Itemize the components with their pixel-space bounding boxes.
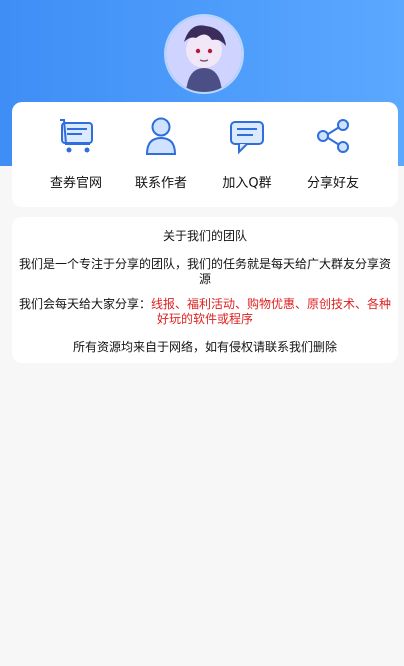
action-coupon-website[interactable]: 查券官网 [41,114,111,196]
about-card: 关于我们的团队 我们是一个专注于分享的团队，我们的任务就是每天给广大群友分享资源… [12,217,398,363]
about-disclaimer: 所有资源均来自于网络，如有侵权请联系我们删除 [72,340,337,354]
about-title: 关于我们的团队 [162,229,247,243]
avatar-image [166,16,242,92]
action-label: 联系作者 [134,176,187,191]
actions-card: 查券官网 联系作者 加入Q群 分享好友 [12,102,398,207]
cart-screen-icon [54,114,98,158]
action-label: 查券官网 [49,176,102,191]
user-icon [139,114,183,158]
about-share-items: 线报、福利活动、购物优惠、原创技术、各种好玩的软件或程序 [151,297,392,326]
action-contact-author[interactable]: 联系作者 [126,114,196,196]
about-intro: 我们是一个专注于分享的团队，我们的任务就是每天给广大群友分享资源 [18,257,391,286]
about-share-line: 我们会每天给大家分享：线报、福利活动、购物优惠、原创技术、各种好玩的软件或程序 [12,297,398,327]
action-label: 分享好友 [306,176,359,191]
share-icon [311,114,355,158]
avatar [166,16,242,92]
action-share-friends[interactable]: 分享好友 [298,114,368,196]
about-share-prefix: 我们会每天给大家分享： [18,297,151,311]
chat-icon [225,114,269,158]
action-label: 加入Q群 [222,176,272,191]
action-join-qq-group[interactable]: 加入Q群 [212,114,282,196]
